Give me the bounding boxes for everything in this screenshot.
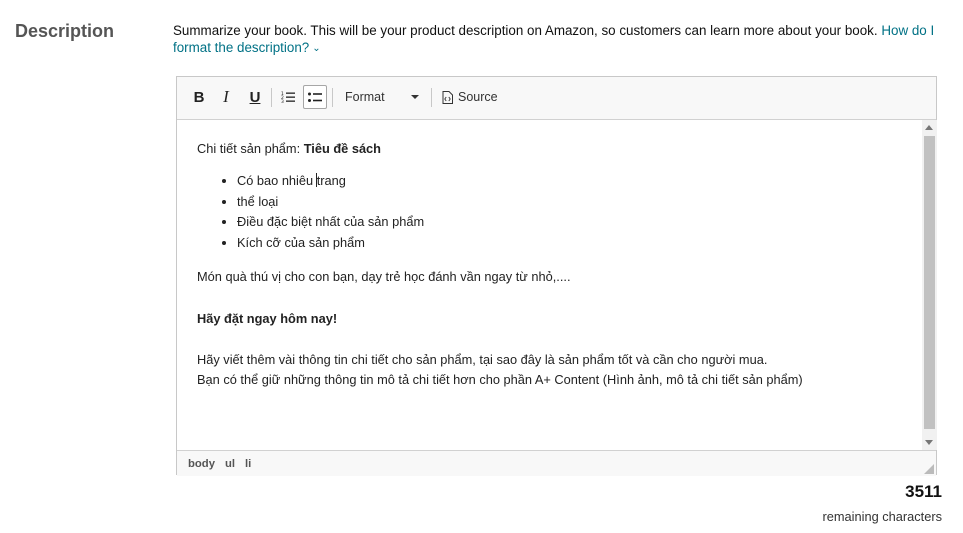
resize-handle-icon[interactable] <box>924 464 934 474</box>
list-item: Có bao nhiêu trang <box>237 171 901 192</box>
source-code-icon <box>442 90 453 104</box>
svg-text:3: 3 <box>281 99 284 103</box>
gift-paragraph: Món quà thú vị cho con bạn, dạy trẻ học … <box>197 268 571 284</box>
element-path-li[interactable]: li <box>245 458 251 470</box>
format-dropdown-label: Format <box>345 90 385 104</box>
remaining-count: 3511 <box>905 482 942 501</box>
toolbar-separator <box>332 88 333 107</box>
detail-bullet-list: Có bao nhiêu trang thể loại Điều đặc biệ… <box>197 171 901 254</box>
vertical-scrollbar[interactable] <box>922 120 937 450</box>
book-title-text: Tiêu đề sách <box>303 141 381 156</box>
write-more-line: Bạn có thể giữ những thông tin mô tả chi… <box>197 371 803 387</box>
editor-content[interactable]: Chi tiết sản phẩm: Tiêu đề sách Có bao n… <box>177 120 921 450</box>
numbered-list-icon: 1 2 3 <box>281 91 295 103</box>
scroll-down-icon[interactable] <box>925 440 933 445</box>
editor-statusbar: body ul li <box>177 450 936 476</box>
order-now-paragraph: Hãy đặt ngay hôm nay! <box>197 310 338 326</box>
list-item: Điều đặc biệt nhất của sản phẩm <box>237 212 901 233</box>
rich-text-editor: B I U 1 2 3 Format Source Chi tiết sản p… <box>176 76 937 476</box>
section-label: Description <box>15 21 115 41</box>
write-more-paragraph: Hãy viết thêm vài thông tin chi tiết cho… <box>197 350 901 390</box>
source-label: Source <box>458 90 498 104</box>
write-more-line: Hãy viết thêm vài thông tin chi tiết cho… <box>197 351 768 367</box>
source-button[interactable]: Source <box>439 85 501 109</box>
numbered-list-button[interactable]: 1 2 3 <box>276 85 300 109</box>
toolbar-separator <box>431 88 432 107</box>
list-item: thể loại <box>237 192 901 213</box>
element-path-ul[interactable]: ul <box>225 458 235 470</box>
italic-button[interactable]: I <box>214 85 238 109</box>
chevron-down-icon <box>411 95 419 99</box>
description-intro: Summarize your book. This will be your p… <box>173 22 943 57</box>
intro-text: Summarize your book. This will be your p… <box>173 23 878 38</box>
editor-toolbar: B I U 1 2 3 Format Source <box>177 77 936 120</box>
scrollbar-thumb[interactable] <box>924 136 935 429</box>
list-item-text: Có bao nhiêu <box>237 173 317 188</box>
scroll-up-icon[interactable] <box>925 125 933 130</box>
toolbar-separator <box>271 88 272 107</box>
chevron-down-icon[interactable]: ⌄ <box>312 40 320 57</box>
list-item: Kích cỡ của sản phẩm <box>237 233 901 254</box>
bold-button[interactable]: B <box>187 85 211 109</box>
element-path-body[interactable]: body <box>188 458 215 470</box>
product-detail-prefix: Chi tiết sản phẩm: <box>197 141 304 156</box>
bulleted-list-button[interactable] <box>303 85 327 109</box>
product-detail-line: Chi tiết sản phẩm: Tiêu đề sách <box>197 139 901 159</box>
list-item-text: trang <box>316 173 346 188</box>
underline-button[interactable]: U <box>243 85 267 109</box>
remaining-count-label: remaining characters <box>822 509 943 524</box>
bulleted-list-icon <box>308 92 322 102</box>
format-dropdown[interactable]: Format <box>339 85 425 109</box>
